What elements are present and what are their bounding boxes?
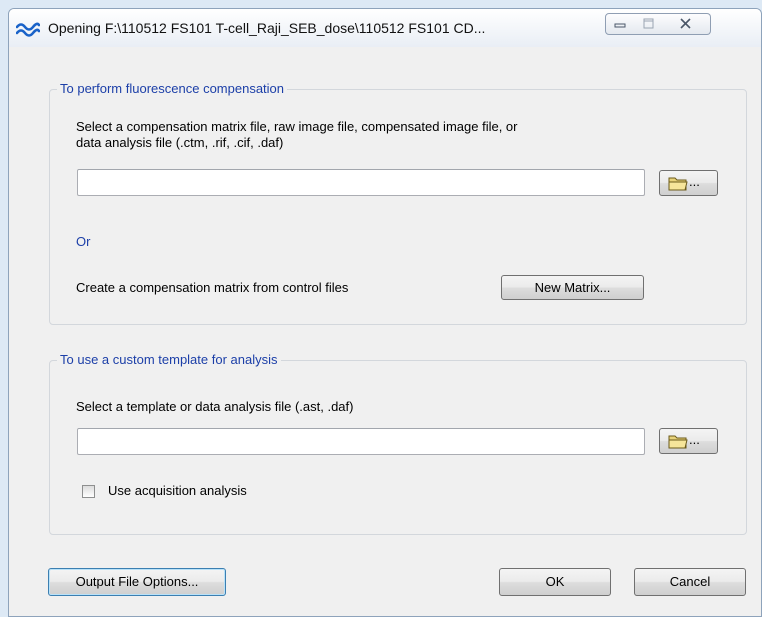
folder-icon xyxy=(668,177,688,191)
new-matrix-button-label: New Matrix... xyxy=(534,280,611,295)
open-dialog-window: Opening F:\110512 FS101 T-cell_Raji_SEB_… xyxy=(8,8,762,617)
or-label: Or xyxy=(76,234,91,249)
maximize-button[interactable] xyxy=(634,13,664,35)
use-acquisition-analysis-label[interactable]: Use acquisition analysis xyxy=(108,483,247,499)
new-matrix-button[interactable]: New Matrix... xyxy=(501,275,644,300)
template-group-legend: To use a custom template for analysis xyxy=(57,352,281,367)
template-browse-button[interactable]: ... xyxy=(659,428,718,454)
compensation-group: To perform fluorescence compensation Sel… xyxy=(49,81,747,325)
cancel-button-label: Cancel xyxy=(669,574,711,589)
close-button[interactable] xyxy=(663,13,711,35)
app-wave-icon xyxy=(16,22,40,37)
cancel-button[interactable]: Cancel xyxy=(634,568,746,596)
template-group: To use a custom template for analysis Se… xyxy=(49,352,747,535)
compensation-file-input[interactable] xyxy=(77,169,645,196)
template-browse-label: ... xyxy=(689,432,700,447)
output-file-options-label: Output File Options... xyxy=(75,574,199,589)
compensation-browse-label: ... xyxy=(689,174,700,189)
minimize-icon xyxy=(614,23,626,28)
ok-button[interactable]: OK xyxy=(499,568,611,596)
use-acquisition-analysis-checkbox[interactable] xyxy=(82,485,95,498)
create-matrix-label: Create a compensation matrix from contro… xyxy=(76,280,349,295)
template-file-input[interactable] xyxy=(77,428,645,455)
dialog-content: To perform fluorescence compensation Sel… xyxy=(9,47,761,616)
compensation-instruction-line2: data analysis file (.ctm, .rif, .cif, .d… xyxy=(76,135,284,150)
output-file-options-button[interactable]: Output File Options... xyxy=(48,568,226,596)
title-bar[interactable]: Opening F:\110512 FS101 T-cell_Raji_SEB_… xyxy=(9,9,761,47)
compensation-instruction-line1: Select a compensation matrix file, raw i… xyxy=(76,119,518,134)
compensation-group-legend: To perform fluorescence compensation xyxy=(57,81,288,96)
close-icon xyxy=(680,18,691,29)
maximize-icon xyxy=(643,18,654,29)
template-instruction: Select a template or data analysis file … xyxy=(76,399,354,414)
window-title: Opening F:\110512 FS101 T-cell_Raji_SEB_… xyxy=(48,20,486,36)
compensation-browse-button[interactable]: ... xyxy=(659,170,718,196)
minimize-button[interactable] xyxy=(605,13,635,35)
folder-icon xyxy=(668,435,688,449)
ok-button-label: OK xyxy=(545,574,565,589)
